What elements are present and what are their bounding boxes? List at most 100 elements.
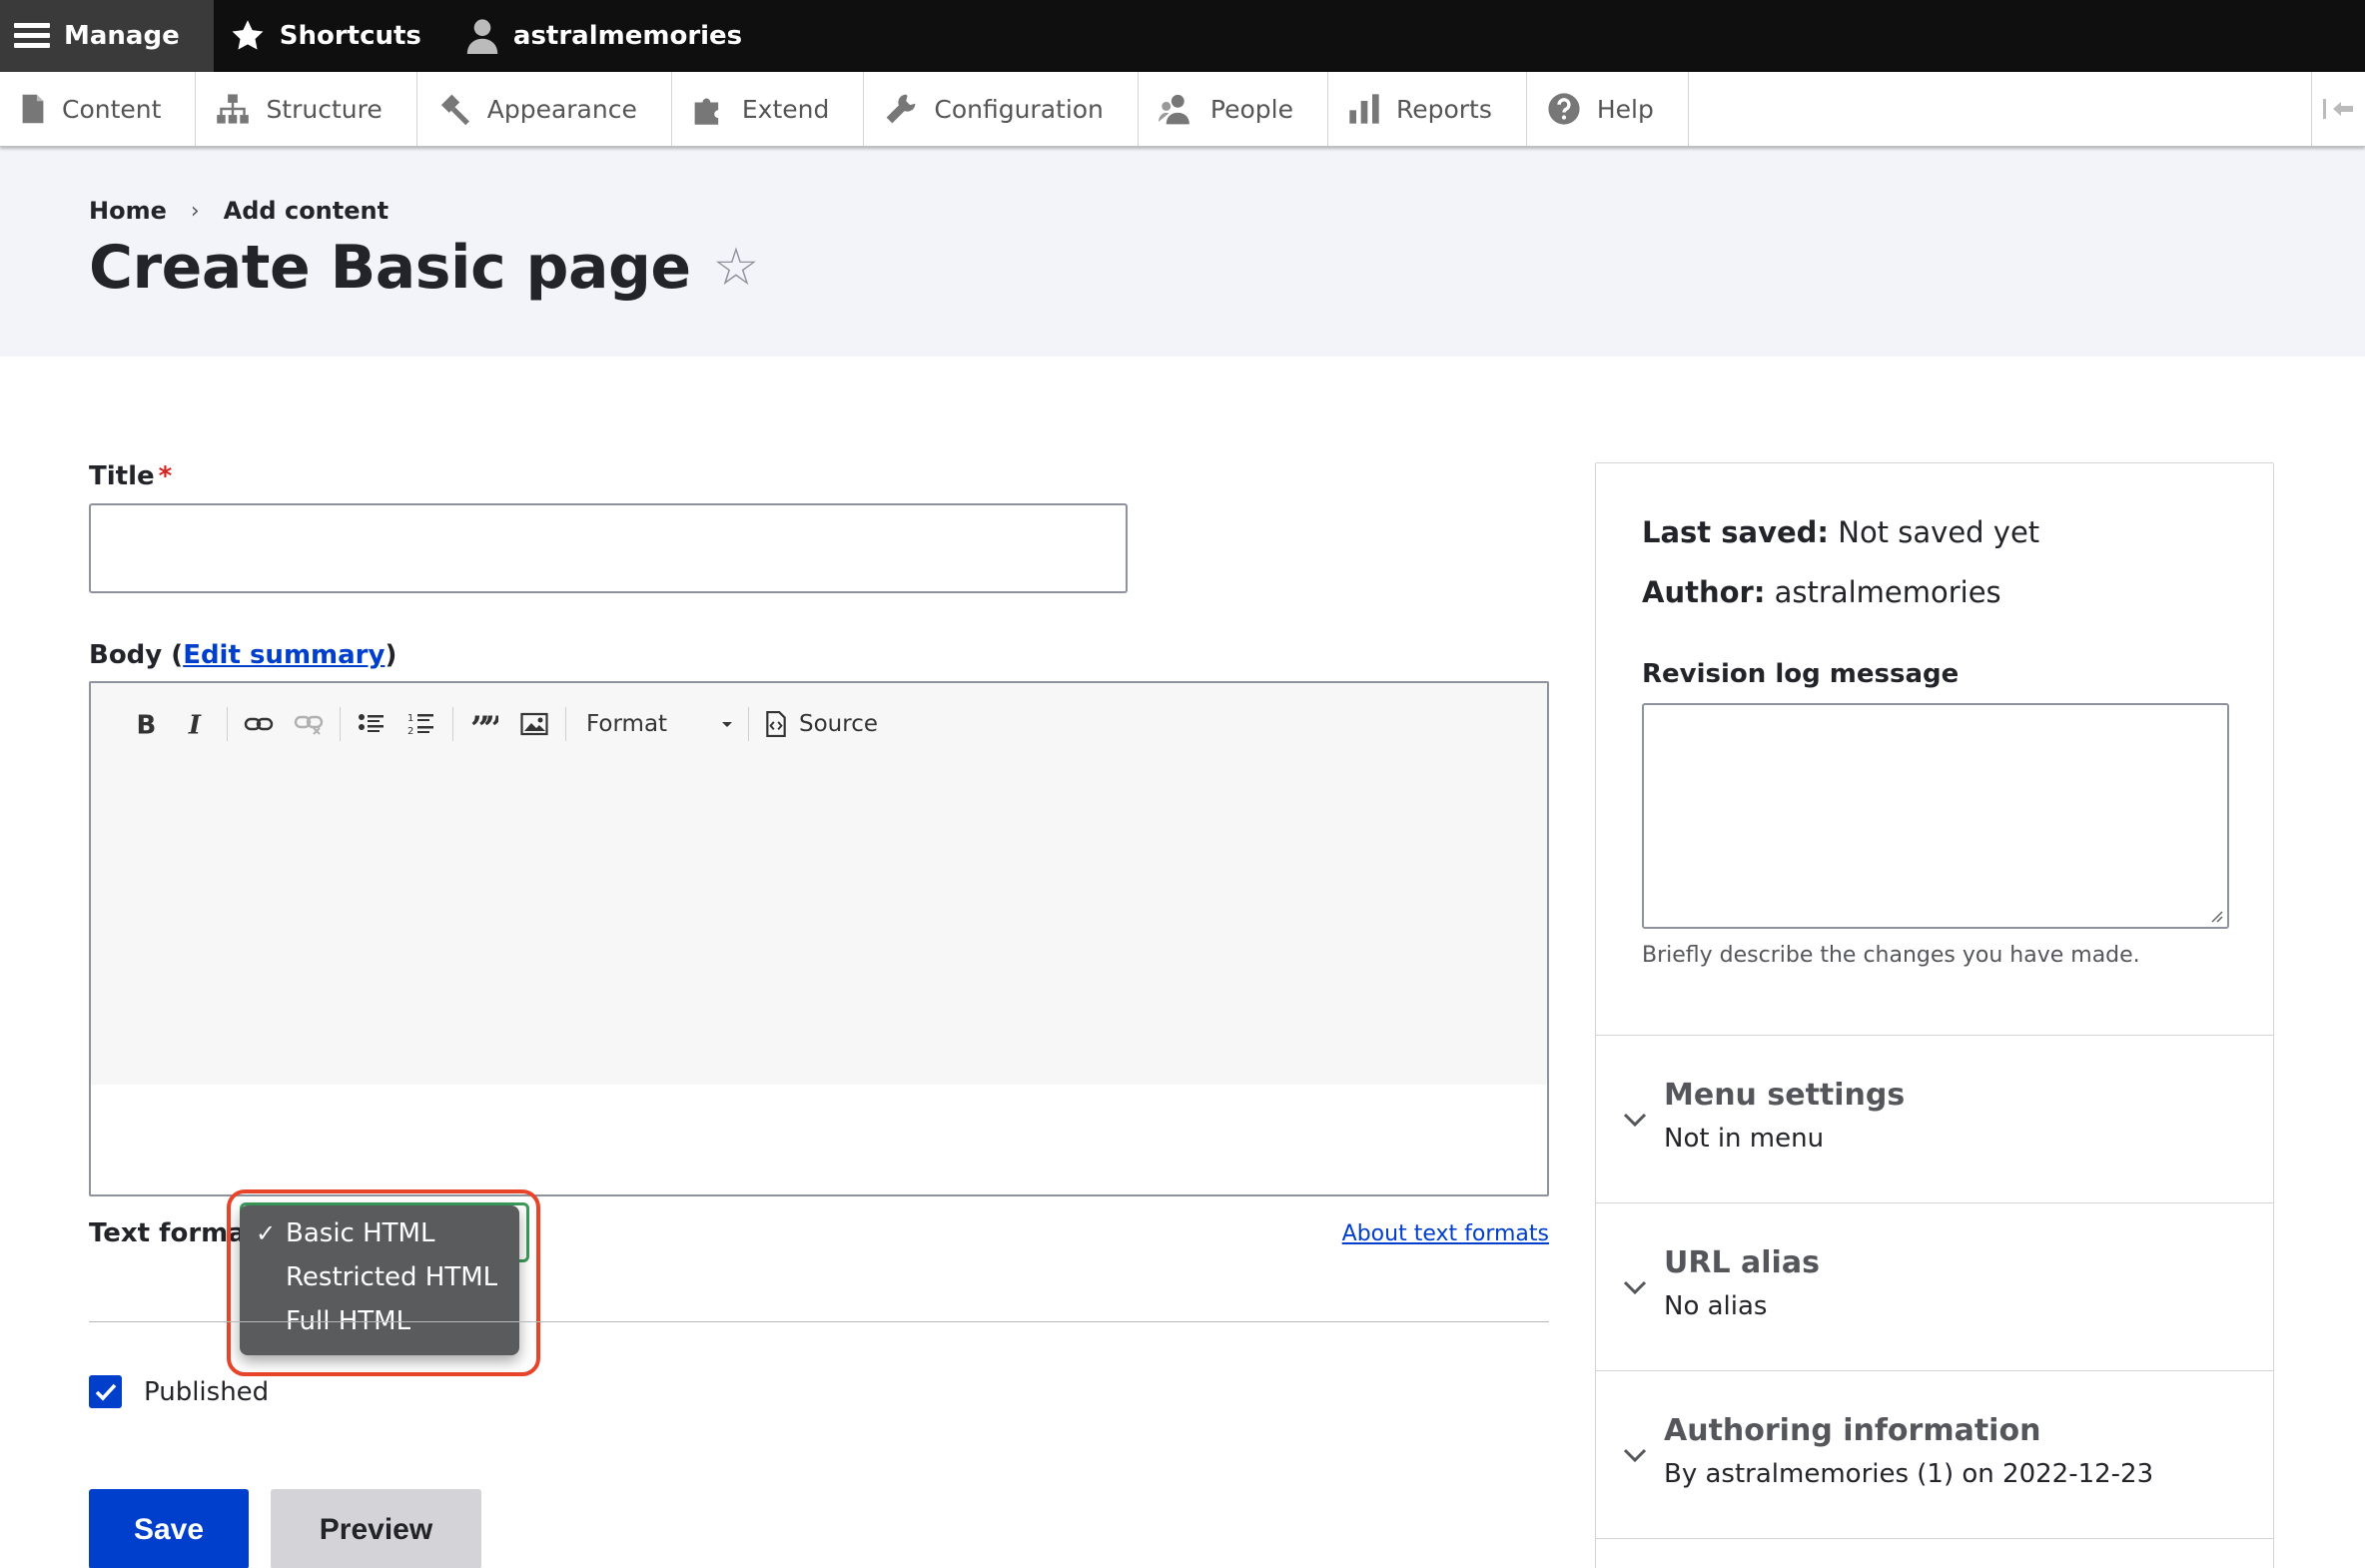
unlink-button[interactable] (284, 699, 334, 749)
checkmark-icon (95, 1383, 116, 1401)
blockquote-button[interactable]: ”” (459, 699, 509, 749)
hamburger-icon (14, 23, 50, 48)
format-dropdown-label: Format (586, 711, 668, 737)
link-icon (244, 717, 274, 731)
tray-item-people[interactable]: People (1139, 72, 1328, 146)
chevron-down-icon (1623, 1448, 1647, 1463)
last-saved-value: Not saved yet (1838, 515, 2040, 549)
admin-toolbar: Manage Shortcuts astralmemories (0, 0, 2365, 72)
revision-log-label: Revision log message (1642, 659, 1960, 689)
last-saved-label: Last saved: (1642, 515, 1830, 549)
editor-content-area[interactable] (91, 765, 1547, 1085)
tray-item-reports[interactable]: Reports (1328, 72, 1527, 146)
save-button[interactable]: Save (89, 1489, 249, 1568)
tray-item-configuration[interactable]: Configuration (864, 72, 1139, 146)
toolbar-divider (340, 707, 341, 741)
tray-item-label: Structure (266, 94, 383, 124)
italic-button[interactable]: I (171, 699, 221, 749)
svg-text:B: B (137, 711, 157, 737)
published-label: Published (144, 1376, 270, 1407)
form-divider (89, 1321, 1549, 1322)
format-dropdown[interactable]: Format (572, 711, 742, 737)
italic-icon: I (188, 711, 202, 737)
body-label-suffix: ) (385, 640, 397, 670)
tray-item-extend[interactable]: Extend (672, 72, 865, 146)
star-icon (232, 20, 264, 50)
toolbar-divider (227, 707, 228, 741)
bulleted-list-button[interactable] (347, 699, 396, 749)
resize-grip-icon[interactable] (2209, 909, 2223, 923)
title-input[interactable] (89, 503, 1128, 593)
author-value: astralmemories (1774, 575, 2001, 609)
page-title: Create Basic page (89, 233, 691, 303)
page-title-wrapper: Create Basic page ☆ (89, 233, 759, 303)
revision-log-description: Briefly describe the changes you have ma… (1642, 943, 2140, 968)
section-title: Menu settings (1664, 1078, 1906, 1113)
numbered-list-button[interactable]: 12 (396, 699, 446, 749)
tray-item-label: Appearance (486, 94, 637, 124)
tray-item-structure[interactable]: Structure (196, 72, 417, 146)
source-button[interactable]: Source (755, 711, 878, 737)
body-editor: B I 12 ”” Format (89, 681, 1549, 1196)
section-summary: By astralmemories (1) on 2022-12-23 (1664, 1459, 2154, 1489)
tray-item-label: Content (62, 94, 162, 124)
page-header: Home › Add content Create Basic page ☆ (0, 147, 2365, 357)
sidebar-next-section (1596, 1538, 2273, 1568)
tray-item-label: Reports (1395, 94, 1492, 124)
tray-item-help[interactable]: Help (1527, 72, 1689, 146)
help-icon (1548, 93, 1580, 125)
author-line: Author: astralmemories (1642, 575, 2001, 609)
user-icon (466, 19, 498, 54)
published-checkbox[interactable] (89, 1375, 122, 1408)
menu-settings-section[interactable]: Menu settings Not in menu (1596, 1035, 2273, 1202)
admin-tray: Content Structure Appearance Extend Conf… (0, 72, 2365, 147)
tray-orientation-toggle[interactable] (2311, 72, 2365, 146)
source-button-label: Source (799, 711, 878, 737)
section-title: Authoring information (1664, 1413, 2041, 1448)
paintbrush-icon (440, 94, 469, 126)
section-summary: Not in menu (1664, 1124, 1825, 1154)
wrench-icon (886, 94, 916, 124)
section-title: URL alias (1664, 1245, 1820, 1280)
chevron-down-icon (1623, 1280, 1647, 1295)
edit-summary-link[interactable]: Edit summary (183, 640, 385, 670)
toolbar-tab-label: astralmemories (512, 21, 743, 51)
tray-item-label: Help (1596, 94, 1654, 124)
title-label: Title * (89, 461, 172, 491)
highlight-annotation (227, 1189, 540, 1376)
bar-chart-icon (1349, 94, 1379, 124)
preview-button[interactable]: Preview (271, 1489, 481, 1568)
authoring-information-section[interactable]: Authoring information By astralmemories … (1596, 1370, 2273, 1538)
toolbar-divider (748, 707, 749, 741)
sitemap-icon (217, 94, 250, 124)
published-field: Published (89, 1375, 269, 1408)
tray-item-appearance[interactable]: Appearance (417, 72, 672, 146)
last-saved-line: Last saved: Not saved yet (1642, 515, 2039, 549)
tray-item-label: Extend (741, 94, 830, 124)
source-icon (766, 711, 786, 737)
svg-text:2: 2 (407, 726, 413, 737)
about-text-formats-link[interactable]: About text formats (1342, 1221, 1549, 1246)
image-icon (520, 712, 548, 736)
numbered-list-icon: 12 (407, 713, 433, 737)
bold-button[interactable]: B (121, 699, 171, 749)
toolbar-tab-user[interactable]: astralmemories (449, 0, 770, 72)
tray-item-content[interactable]: Content (0, 72, 197, 146)
meta-sidebar: Last saved: Not saved yet Author: astral… (1595, 462, 2274, 1568)
breadcrumb: Home › Add content (89, 197, 389, 225)
puzzle-icon (694, 98, 719, 125)
toolbar-tab-manage[interactable]: Manage (0, 0, 214, 72)
link-button[interactable] (234, 699, 284, 749)
editor-toolbar: B I 12 ”” Format (91, 683, 1547, 765)
url-alias-section[interactable]: URL alias No alias (1596, 1202, 2273, 1370)
unlink-icon (294, 715, 324, 735)
breadcrumb-home[interactable]: Home (89, 197, 167, 225)
image-button[interactable] (509, 699, 559, 749)
breadcrumb-add-content[interactable]: Add content (224, 197, 389, 225)
svg-text:I: I (188, 711, 202, 737)
toolbar-tab-shortcuts[interactable]: Shortcuts (214, 0, 449, 72)
section-summary: No alias (1664, 1291, 1768, 1321)
revision-log-textarea[interactable] (1642, 703, 2229, 929)
shortcut-star-icon[interactable]: ☆ (713, 238, 760, 298)
tray-item-label: People (1209, 94, 1293, 124)
